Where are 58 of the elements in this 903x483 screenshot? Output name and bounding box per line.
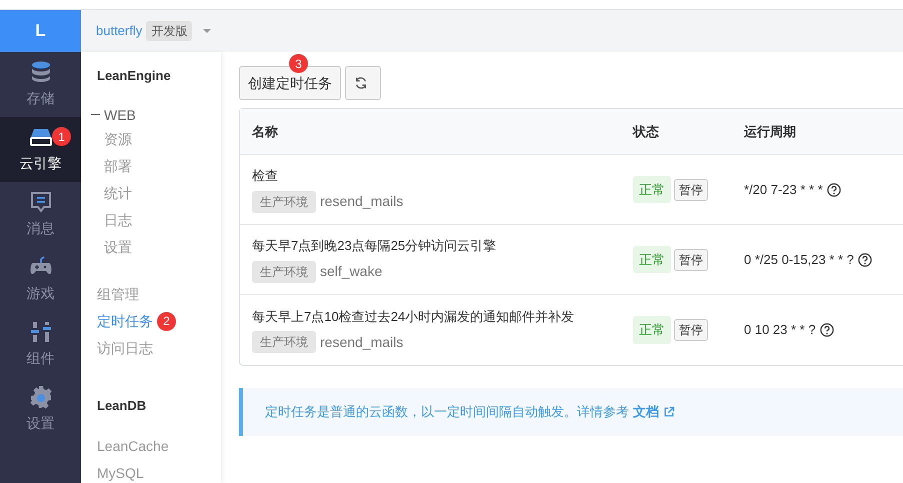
nav-item[interactable]: 游戏 xyxy=(0,247,81,312)
environment-tag: 生产环境 xyxy=(252,331,316,354)
annotation-badge: 3 xyxy=(289,54,308,73)
project-name[interactable]: butterfly xyxy=(96,21,142,41)
status-tag: 正常 xyxy=(633,246,671,274)
annotation-badge: 2 xyxy=(157,312,176,330)
nav-item[interactable]: 存储 xyxy=(0,52,81,117)
column-header: 状态 xyxy=(631,122,660,141)
refresh-icon xyxy=(354,76,368,90)
section-title: LeanEngine xyxy=(97,67,172,85)
sidebar-item[interactable]: 组管理 xyxy=(97,280,139,308)
pause-button[interactable]: 暂停 xyxy=(674,178,708,200)
function-name: self_wake xyxy=(320,262,382,282)
column-header: 名称 xyxy=(250,122,279,141)
task-name: 每天早7点到晚23点每隔25分钟访问云引擎 xyxy=(252,237,498,256)
sidebar-item[interactable]: 访问日志 xyxy=(97,334,153,362)
app-logo[interactable]: L xyxy=(0,10,81,52)
environment-tag: 生产环境 xyxy=(252,190,316,213)
function-name: resend_mails xyxy=(320,192,404,212)
sidebar-item[interactable]: 资源 xyxy=(104,126,132,152)
nav-item[interactable]: 设置 xyxy=(0,377,81,442)
sidebar-item[interactable]: LeanCache xyxy=(97,433,169,460)
schedule-text: 0 */25 0-15,23 * * ? xyxy=(744,250,854,269)
nav-item[interactable]: 云引擎 1 xyxy=(0,117,81,182)
sidebar-item[interactable]: 设置 xyxy=(104,234,132,260)
sidebar-item[interactable]: 统计 xyxy=(104,180,132,206)
sidebar-item[interactable]: 部署 xyxy=(104,152,132,180)
environment-tag: 生产环境 xyxy=(252,260,316,283)
annotation-badge: 1 xyxy=(52,127,71,146)
task-name: 每天早上7点10检查过去24小时内漏发的通知邮件并补发 xyxy=(252,308,576,326)
task-name: 检查 xyxy=(252,167,279,186)
nav-group[interactable]: WEB xyxy=(91,104,221,126)
sidebar-item[interactable]: 定时任务 xyxy=(97,308,153,334)
function-name: resend_mails xyxy=(320,332,404,352)
sidebar-item[interactable]: 日志 xyxy=(104,206,132,234)
status-tag: 正常 xyxy=(633,316,671,344)
external-link-icon xyxy=(663,406,675,418)
status-tag: 正常 xyxy=(633,176,671,204)
help-icon[interactable] xyxy=(858,252,872,266)
caret-icon[interactable] xyxy=(202,28,212,34)
settings-icon xyxy=(28,385,52,409)
section-title: LeanDB xyxy=(97,396,148,414)
edition-tag: 开发版 xyxy=(146,21,192,41)
help-icon[interactable] xyxy=(820,323,834,337)
schedule-text: */20 7-23 * * * xyxy=(744,180,823,199)
column-header: 运行周期 xyxy=(743,122,797,141)
pause-button[interactable]: 暂停 xyxy=(674,319,708,341)
info-text: 定时任务是普通的云函数，以一定时间间隔自动触发。详情参考 xyxy=(265,403,629,422)
refresh-button[interactable] xyxy=(345,66,381,100)
schedule-text: 0 10 23 * * ? xyxy=(744,321,816,340)
nav-item[interactable]: 消息 xyxy=(0,182,81,247)
sliders-icon xyxy=(28,320,52,344)
pause-button[interactable]: 暂停 xyxy=(674,248,708,270)
sidebar-item[interactable]: MySQL xyxy=(97,460,144,483)
help-icon[interactable] xyxy=(826,182,841,196)
nav-item[interactable]: 组件 xyxy=(0,312,81,377)
docs-link[interactable]: 文档 xyxy=(633,402,675,422)
message-icon xyxy=(28,190,52,214)
